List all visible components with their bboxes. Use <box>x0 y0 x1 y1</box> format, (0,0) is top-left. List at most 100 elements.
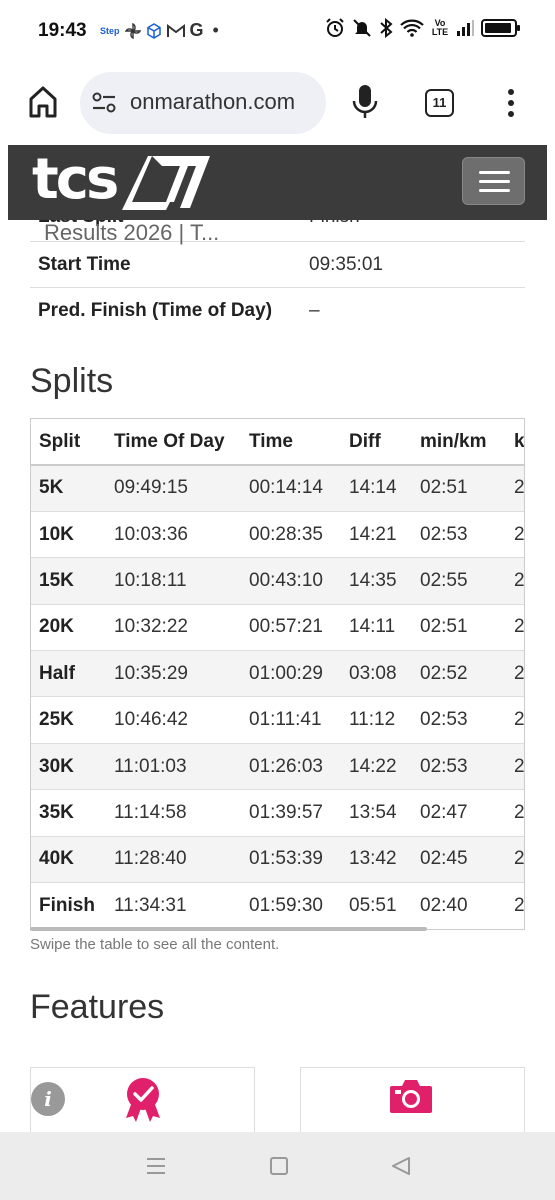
column-header: Time Of Day <box>106 419 241 466</box>
address-bar[interactable]: onmarathon.com <box>80 72 326 134</box>
table-cell: 02:55 <box>412 557 506 605</box>
table-cell: 00:14:14 <box>241 464 341 512</box>
url-text[interactable]: onmarathon.com <box>130 89 295 115</box>
table-cell: 11:01:03 <box>106 742 241 790</box>
hamburger-menu-button[interactable] <box>462 157 525 205</box>
page-gutter-right <box>547 145 555 1132</box>
london-marathon-logo-icon[interactable] <box>118 152 212 212</box>
table-cell: 10:18:11 <box>106 557 241 605</box>
split-name-cell: Half <box>31 650 106 697</box>
table-cell: 2 <box>506 464 524 512</box>
column-header: Split <box>31 419 106 466</box>
table-cell: 02:53 <box>412 510 506 558</box>
dot-icon: • <box>212 20 219 40</box>
column-header: k <box>506 419 524 466</box>
table-row: 25K 10:46:42 01:11:41 11:12 02:53 2 <box>31 696 524 744</box>
microphone-icon[interactable] <box>352 84 378 120</box>
system-icons: Vo LTE <box>325 18 520 38</box>
table-cell: 02:53 <box>412 742 506 790</box>
table-cell: 2 <box>506 510 524 558</box>
google-icon: G <box>189 20 204 40</box>
table-cell: 10:03:36 <box>106 510 241 558</box>
table-cell: 13:54 <box>341 789 412 837</box>
system-navigation-bar <box>0 1132 555 1200</box>
split-name-cell: 30K <box>31 742 106 790</box>
split-name-cell: 40K <box>31 835 106 883</box>
table-cell: 2 <box>506 696 524 744</box>
step-icon: Step <box>100 25 120 36</box>
table-cell: 09:49:15 <box>106 464 241 512</box>
features-heading: Features <box>30 988 165 1026</box>
table-cell: 14:11 <box>341 603 412 651</box>
splits-table: Split Time Of Day Time Diff min/km k 5K 0… <box>31 419 524 929</box>
info-value: 09:35:01 <box>309 254 383 275</box>
table-cell: 02:52 <box>412 650 506 697</box>
table-cell: 11:28:40 <box>106 835 241 883</box>
info-label: Start Time <box>38 254 131 275</box>
volte-icon: Vo LTE <box>431 18 449 37</box>
column-header: Time <box>241 419 341 466</box>
table-row: 15K 10:18:11 00:43:10 14:35 02:55 2 <box>31 557 524 605</box>
cube-icon <box>146 22 161 39</box>
split-name-cell: 15K <box>31 557 106 605</box>
splits-table-scroller[interactable]: Split Time Of Day Time Diff min/km k 5K 0… <box>30 418 525 930</box>
camera-icon <box>390 1080 432 1113</box>
split-name-cell: Finish <box>31 882 106 929</box>
split-name-cell: 10K <box>31 510 106 558</box>
table-cell: 01:00:29 <box>241 650 341 697</box>
table-cell: 02:53 <box>412 696 506 744</box>
table-cell: 02:51 <box>412 603 506 651</box>
table-cell: 00:43:10 <box>241 557 341 605</box>
table-cell: 05:51 <box>341 882 412 929</box>
table-cell: 02:45 <box>412 835 506 883</box>
feature-card-photos[interactable] <box>300 1067 525 1132</box>
table-cell: 11:12 <box>341 696 412 744</box>
table-row: Finish 11:34:31 01:59:30 05:51 02:40 2 <box>31 882 524 929</box>
table-cell: 10:32:22 <box>106 603 241 651</box>
table-cell: 10:46:42 <box>106 696 241 744</box>
table-cell: 2 <box>506 650 524 697</box>
splits-heading: Splits <box>30 362 114 400</box>
table-row: 20K 10:32:22 00:57:21 14:11 02:51 2 <box>31 603 524 651</box>
table-cell: 2 <box>506 557 524 605</box>
bluetooth-icon <box>380 18 393 38</box>
table-cell: 00:28:35 <box>241 510 341 558</box>
tcs-logo[interactable]: tcs <box>32 147 119 212</box>
table-cell: 14:14 <box>341 464 412 512</box>
status-time: 19:43 <box>38 20 87 41</box>
table-cell: 01:59:30 <box>241 882 341 929</box>
home-icon[interactable] <box>28 85 58 119</box>
table-row: 30K 11:01:03 01:26:03 14:22 02:53 2 <box>31 742 524 790</box>
more-options-icon[interactable] <box>505 88 517 118</box>
alarm-icon <box>326 18 344 37</box>
status-bar: 19:43 Step G • Vo LTE <box>0 0 555 62</box>
table-cell: 02:47 <box>412 789 506 837</box>
info-icon[interactable]: i <box>31 1082 65 1116</box>
tab-switcher-button[interactable]: 11 <box>425 89 454 117</box>
table-row: 40K 11:28:40 01:53:39 13:42 02:45 2 <box>31 835 524 883</box>
table-header-row: Split Time Of Day Time Diff min/km k <box>31 419 524 466</box>
site-settings-icon[interactable] <box>92 92 116 114</box>
back-icon[interactable] <box>390 1156 412 1176</box>
info-label: Pred. Finish (Time of Day) <box>38 300 273 321</box>
table-scrollbar[interactable] <box>30 927 427 931</box>
table-cell: 14:21 <box>341 510 412 558</box>
swipe-hint: Swipe the table to see all the content. <box>30 936 280 953</box>
table-cell: 10:35:29 <box>106 650 241 697</box>
battery-icon <box>481 19 520 37</box>
home-nav-icon[interactable] <box>270 1157 288 1175</box>
recent-apps-icon[interactable] <box>145 1156 167 1176</box>
table-cell: 2 <box>506 603 524 651</box>
table-cell: 14:22 <box>341 742 412 790</box>
notification-icons: Step G • <box>100 20 219 41</box>
table-row: 5K 09:49:15 00:14:14 14:14 02:51 2 <box>31 464 524 512</box>
split-name-cell: 20K <box>31 603 106 651</box>
site-header: tcs <box>8 145 547 220</box>
wifi-icon <box>400 19 424 37</box>
table-cell: 11:14:58 <box>106 789 241 837</box>
signal-icon <box>457 20 474 36</box>
table-cell: 02:51 <box>412 464 506 512</box>
award-ribbon-icon <box>126 1078 160 1122</box>
column-header: Diff <box>341 419 412 466</box>
table-cell: 2 <box>506 882 524 929</box>
